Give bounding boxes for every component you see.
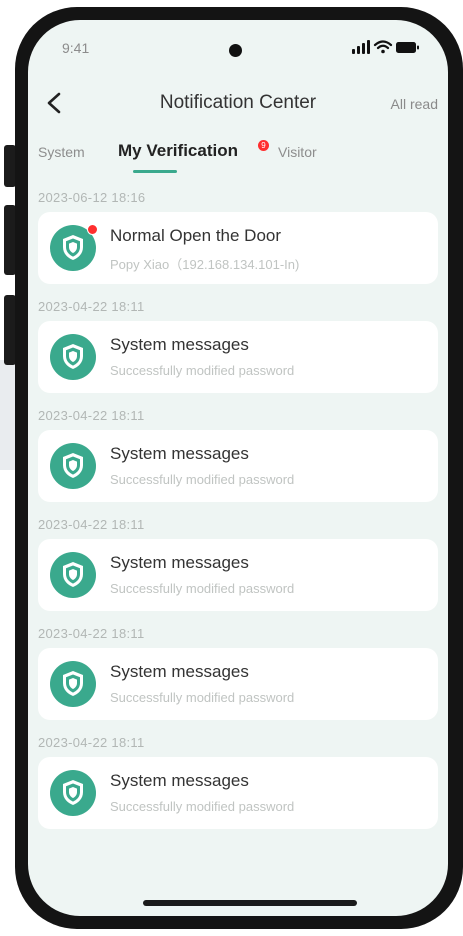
status-icons [352,37,420,57]
shield-icon [50,552,96,598]
message-card[interactable]: System messages Successfully modified pa… [38,648,438,720]
message-group: 2023-04-22 18:11 System messages Success… [28,396,448,505]
page-title: Notification Center [159,92,317,113]
shield-icon [50,770,96,816]
message-group: 2023-04-22 18:11 System messages Success… [28,287,448,396]
message-subtitle: Successfully modified password [110,472,295,487]
message-card[interactable]: System messages Successfully modified pa… [38,430,438,502]
home-indicator[interactable] [143,900,357,906]
message-title: System messages [110,771,249,790]
message-card[interactable]: Normal Open the Door Popy Xiao（192.168.1… [38,212,438,284]
message-timestamp: 2023-06-12 18:16 [38,190,146,205]
message-title: System messages [110,335,249,354]
tab-system[interactable]: System [38,144,85,160]
tab-bar: System My Verification 9 Visitor [28,134,448,176]
tab-visitor[interactable]: Visitor [278,144,317,160]
phone-frame: 9:41 Notification Center All read System… [15,7,463,929]
message-group: 2023-04-22 18:11 System messages Success… [28,614,448,723]
tab-my-verification[interactable]: My Verification [118,141,238,161]
message-timestamp: 2023-04-22 18:11 [38,626,145,641]
message-card[interactable]: System messages Successfully modified pa… [38,757,438,829]
message-subtitle: Popy Xiao（192.168.134.101-In) [110,257,300,272]
message-group: 2023-04-22 18:11 System messages Success… [28,723,448,832]
message-timestamp: 2023-04-22 18:11 [38,517,145,532]
message-group: 2023-06-12 18:16 Normal Open the Door Po… [28,178,448,287]
shield-icon [50,334,96,380]
message-timestamp: 2023-04-22 18:11 [38,735,145,750]
status-time: 9:41 [62,40,90,56]
message-card[interactable]: System messages Successfully modified pa… [38,321,438,393]
shield-icon [50,661,96,707]
message-title: System messages [110,662,249,681]
message-subtitle: Successfully modified password [110,363,295,378]
unread-indicator [87,224,98,235]
message-subtitle: Successfully modified password [110,799,295,814]
message-title: System messages [110,553,249,572]
shield-icon [50,443,96,489]
message-timestamp: 2023-04-22 18:11 [38,408,145,423]
wifi-icon [373,40,393,54]
message-list: 2023-06-12 18:16 Normal Open the Door Po… [28,178,448,832]
navigation-bar: Notification Center All read [28,76,448,128]
message-subtitle: Successfully modified password [110,581,295,596]
screen: 9:41 Notification Center All read System… [28,20,448,916]
battery-icon [396,42,419,53]
message-title: System messages [110,444,249,463]
signal-icon [352,40,370,54]
all-read-button[interactable]: All read [391,96,438,112]
message-timestamp: 2023-04-22 18:11 [38,299,145,314]
message-subtitle: Successfully modified password [110,690,295,705]
front-camera [229,44,242,57]
message-group: 2023-04-22 18:11 System messages Success… [28,505,448,614]
unread-count-badge: 9 [258,140,269,151]
message-title: Normal Open the Door [110,226,282,245]
active-tab-indicator [133,170,177,173]
message-card[interactable]: System messages Successfully modified pa… [38,539,438,611]
status-bar: 9:41 [28,20,448,72]
